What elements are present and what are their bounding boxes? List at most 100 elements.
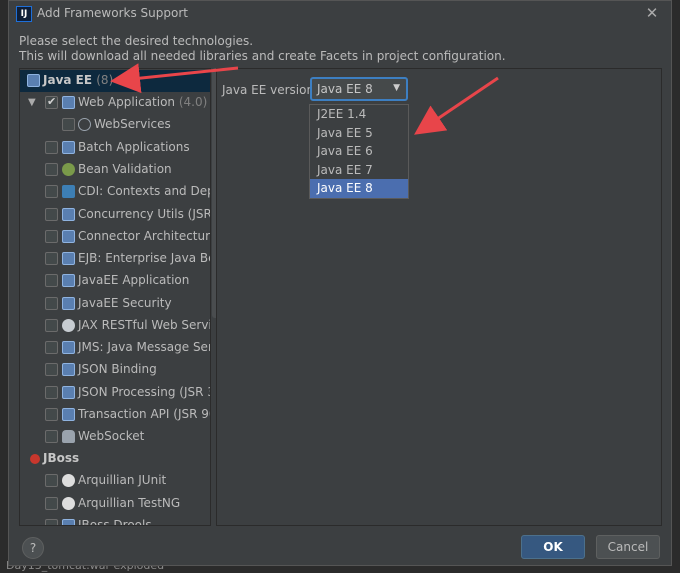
item-label: Arquillian JUnit <box>78 473 167 487</box>
tree-item-jboss-drools[interactable]: JBoss Drools <box>20 515 210 526</box>
chevron-down-icon: ▼ <box>393 83 400 93</box>
checkbox-transaction-api[interactable] <box>45 408 58 421</box>
item-label: JavaEE Application <box>78 273 190 287</box>
javaee-icon <box>27 74 40 87</box>
tree-item-ejb[interactable]: EJB: Enterprise Java Beans <box>20 248 210 270</box>
checkbox-websocket[interactable] <box>45 430 58 443</box>
help-button[interactable]: ? <box>22 537 44 559</box>
checkbox-json-binding[interactable] <box>45 363 58 376</box>
version-option[interactable]: Java EE 7 <box>310 161 408 180</box>
version-option[interactable]: Java EE 6 <box>310 142 408 161</box>
item-label: JMS: Java Message Servic <box>78 340 211 354</box>
item-label: EJB: Enterprise Java Beans <box>78 251 210 265</box>
checkbox-concurrency-utils[interactable] <box>45 208 58 221</box>
dialog-title: Add Frameworks Support <box>37 6 188 20</box>
selected-version: Java EE 8 <box>317 82 373 96</box>
version-option-selected[interactable]: Java EE 8 <box>310 179 408 198</box>
javaee-icon <box>62 519 75 525</box>
close-button[interactable]: ✕ <box>643 4 661 22</box>
tree-item-arquillian-testng[interactable]: Arquillian TestNG <box>20 493 210 515</box>
chevron-down-icon[interactable]: ▼ <box>28 97 36 108</box>
checkbox-batch-applications[interactable] <box>45 141 58 154</box>
version-option[interactable]: J2EE 1.4 <box>310 105 408 124</box>
item-label: Bean Validation <box>78 162 172 176</box>
tree-item-json-binding[interactable]: JSON Binding <box>20 359 210 381</box>
checkbox-arquillian-junit[interactable] <box>45 474 58 487</box>
version-option[interactable]: Java EE 5 <box>310 124 408 143</box>
dialog-description: Please select the desired technologies. … <box>19 34 506 63</box>
tree-item-transaction-api[interactable]: Transaction API (JSR 907) <box>20 404 210 426</box>
dialog-titlebar[interactable]: IJ Add Frameworks Support ✕ <box>9 1 671 27</box>
tree-item-jms[interactable]: JMS: Java Message Servic <box>20 337 211 359</box>
ok-button[interactable]: OK <box>521 535 585 559</box>
javaee-icon <box>62 297 75 310</box>
version-dropdown-list[interactable]: J2EE 1.4 Java EE 5 Java EE 6 Java EE 7 J… <box>309 104 409 199</box>
javaee-icon <box>62 141 75 154</box>
item-label: JBoss Drools <box>78 518 152 526</box>
checkbox-bean-validation[interactable] <box>45 163 58 176</box>
intellij-logo-icon: IJ <box>16 6 32 22</box>
tree-group-javaee[interactable]: Java EE (8) <box>20 70 210 92</box>
item-label: JavaEE Security <box>78 296 172 310</box>
jboss-icon <box>30 454 40 464</box>
group-label: Java EE <box>43 73 93 87</box>
globe-icon <box>62 319 75 332</box>
javaee-version-label: Java EE version: <box>222 83 319 97</box>
item-label: Concurrency Utils (JSR 236 <box>78 207 211 221</box>
item-label: Transaction API (JSR 907) <box>78 407 210 421</box>
tree-item-javaee-application[interactable]: JavaEE Application <box>20 270 210 292</box>
description-line-1: Please select the desired technologies. <box>19 34 254 48</box>
tree-item-batch-applications[interactable]: Batch Applications <box>20 137 210 159</box>
item-label: Arquillian TestNG <box>78 496 181 510</box>
item-label: JSON Processing (JSR 353 <box>78 385 210 399</box>
websocket-icon <box>62 430 75 443</box>
checkbox-jax-rs[interactable] <box>45 319 58 332</box>
checkbox-cdi[interactable] <box>45 185 58 198</box>
checkbox-arquillian-testng[interactable] <box>45 497 58 510</box>
tree-item-jax-rs[interactable]: JAX RESTful Web Services <box>20 315 210 337</box>
tree-item-concurrency-utils[interactable]: Concurrency Utils (JSR 236 <box>20 204 211 226</box>
ide-left-edge <box>0 0 8 573</box>
checkbox-jboss-drools[interactable] <box>45 519 58 525</box>
tree-item-web-application[interactable]: ▼ Web Application (4.0) <box>20 92 210 114</box>
item-label: Web Application <box>78 95 176 109</box>
javaee-icon <box>62 386 75 399</box>
add-frameworks-dialog: IJ Add Frameworks Support ✕ Please selec… <box>8 0 672 566</box>
javaee-version-select[interactable]: Java EE 8 ▼ <box>310 77 408 101</box>
tree-item-arquillian-junit[interactable]: Arquillian JUnit <box>20 470 210 492</box>
tree-group-jboss[interactable]: JBoss <box>20 448 210 470</box>
checkbox-web-application[interactable] <box>45 95 58 109</box>
frameworks-tree[interactable]: Java EE (8) ▼ Web Application (4.0) WebS… <box>19 68 211 526</box>
javaee-icon <box>62 363 75 376</box>
javaee-icon <box>62 208 75 221</box>
tree-item-websocket[interactable]: WebSocket <box>20 426 210 448</box>
checkbox-connector-architecture[interactable] <box>45 230 58 243</box>
tree-item-bean-validation[interactable]: Bean Validation <box>20 159 210 181</box>
item-label: Batch Applications <box>78 140 190 154</box>
tree-item-javaee-security[interactable]: JavaEE Security <box>20 293 210 315</box>
javaee-icon <box>62 341 75 354</box>
tree-item-cdi[interactable]: CDI: Contexts and Depend <box>20 181 210 203</box>
checkbox-ejb[interactable] <box>45 252 58 265</box>
javaee-icon <box>62 230 75 243</box>
checkbox-jms[interactable] <box>45 341 58 354</box>
tree-item-json-processing[interactable]: JSON Processing (JSR 353 <box>20 382 210 404</box>
arquillian-icon <box>62 474 75 487</box>
tree-item-connector-architecture[interactable]: Connector Architecture (JS <box>20 226 210 248</box>
checkbox-javaee-application[interactable] <box>45 274 58 287</box>
framework-settings-panel: Java EE version: Java EE 8 ▼ J2EE 1.4 Ja… <box>216 68 662 526</box>
group-label: JBoss <box>43 451 80 465</box>
checkbox-javaee-security[interactable] <box>45 297 58 310</box>
javaee-icon <box>62 252 75 265</box>
item-label: WebSocket <box>78 429 145 443</box>
tree-item-webservices[interactable]: WebServices <box>20 114 210 136</box>
checkbox-webservices[interactable] <box>62 118 75 131</box>
cancel-button[interactable]: Cancel <box>596 535 660 559</box>
cdi-icon <box>62 185 75 198</box>
javaee-icon <box>62 408 75 421</box>
web-app-icon <box>62 96 75 109</box>
checkbox-json-processing[interactable] <box>45 386 58 399</box>
bean-icon <box>62 163 75 176</box>
group-count: (8) <box>96 73 114 87</box>
globe-icon <box>78 118 91 131</box>
